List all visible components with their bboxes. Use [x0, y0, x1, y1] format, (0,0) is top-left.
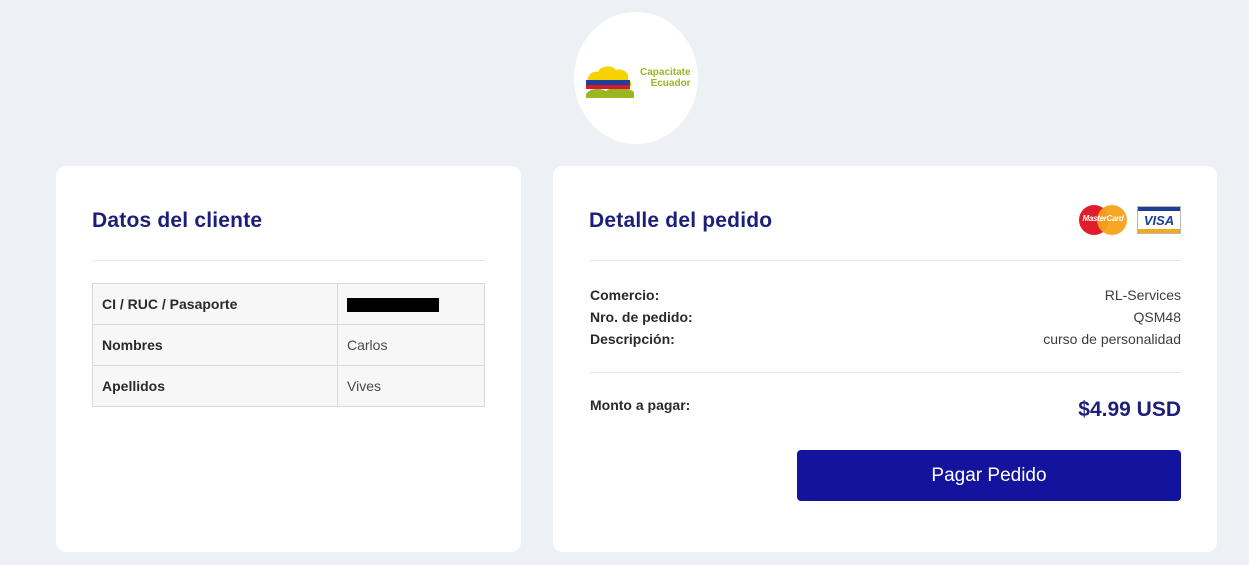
- divider: [589, 260, 1181, 261]
- last-name-label: Apellidos: [92, 365, 338, 407]
- mastercard-icon: MasterCard: [1079, 205, 1127, 235]
- merchant-row: Comercio: RL-Services: [590, 285, 1181, 305]
- table-row: CI / RUC / Pasaporte: [92, 283, 485, 325]
- order-detail-title: Detalle del pedido: [589, 209, 773, 232]
- client-data-table: CI / RUC / Pasaporte Nombres Carlos Apel…: [92, 283, 485, 407]
- payment-methods: MasterCard VISA: [1079, 205, 1181, 235]
- visa-icon: VISA: [1137, 206, 1181, 234]
- id-label: CI / RUC / Pasaporte: [92, 283, 338, 325]
- table-row: Nombres Carlos: [92, 324, 485, 366]
- order-number-row: Nro. de pedido: QSM48: [590, 307, 1181, 327]
- amount-label: Monto a pagar:: [590, 397, 691, 413]
- last-name-value: Vives: [337, 365, 485, 407]
- merchant-value: RL-Services: [1104, 287, 1181, 303]
- divider: [92, 260, 485, 261]
- description-label: Descripción:: [590, 331, 675, 347]
- id-value: [337, 283, 485, 325]
- first-name-value: Carlos: [337, 324, 485, 366]
- order-number-value: QSM48: [1133, 309, 1181, 325]
- description-value: curso de personalidad: [1043, 331, 1181, 347]
- first-name-label: Nombres: [92, 324, 338, 366]
- order-number-label: Nro. de pedido:: [590, 309, 693, 325]
- logo-text: Capacitate Ecuador: [640, 67, 691, 89]
- redacted-value: [347, 298, 439, 313]
- client-data-card: Datos del cliente CI / RUC / Pasaporte N…: [56, 166, 521, 552]
- order-detail-card: Detalle del pedido MasterCard VISA Comer…: [553, 166, 1217, 552]
- client-data-title: Datos del cliente: [92, 209, 263, 232]
- description-row: Descripción: curso de personalidad: [590, 329, 1181, 349]
- company-logo: Capacitate Ecuador: [574, 12, 698, 144]
- divider: [589, 372, 1181, 373]
- merchant-label: Comercio:: [590, 287, 660, 303]
- amount-value: $4.99 USD: [1078, 398, 1181, 421]
- table-row: Apellidos Vives: [92, 365, 485, 407]
- pay-order-button[interactable]: Pagar Pedido: [797, 450, 1181, 501]
